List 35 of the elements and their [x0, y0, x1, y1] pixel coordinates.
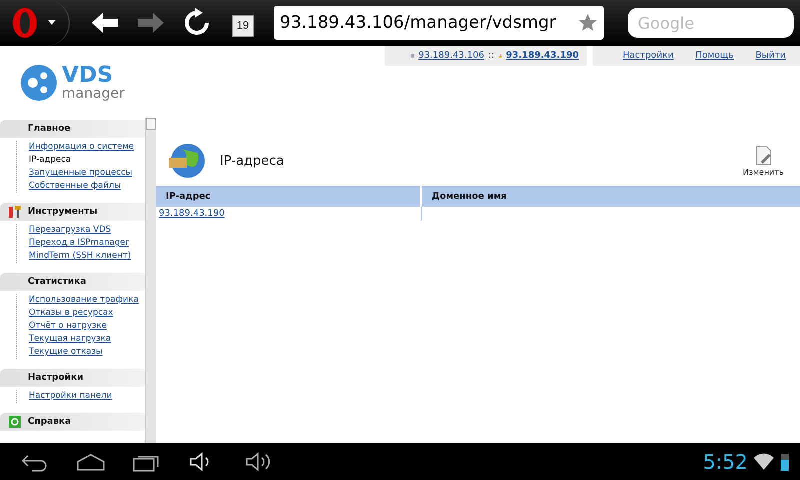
logo-icon [20, 64, 58, 102]
sidebar-section-header[interactable]: Статистика [0, 273, 145, 291]
clock-text: 5:52 [703, 450, 748, 474]
sidebar-section-header[interactable]: Главное [0, 120, 145, 138]
separator-text: :: [488, 51, 495, 61]
wifi-icon [754, 452, 774, 470]
tools-icon [8, 205, 22, 219]
home-icon[interactable] [76, 452, 106, 472]
user-link[interactable]: 93.189.43.190 [506, 51, 579, 61]
sidebar-section-header[interactable]: Справка [0, 413, 145, 431]
back-arrow-icon [90, 11, 120, 35]
ip-link[interactable]: 93.189.43.190 [159, 209, 225, 219]
sidebar-section-header[interactable]: Настройки [0, 369, 145, 387]
help-icon [8, 415, 22, 429]
edit-button[interactable]: Изменить [743, 146, 784, 176]
address-field[interactable]: 93.189.43.106/manager/vdsmgr [274, 6, 604, 40]
search-field[interactable]: Google [628, 8, 794, 38]
logo-title: VDS [62, 65, 114, 87]
column-header[interactable]: Доменное имя [422, 186, 800, 207]
edit-document-icon [756, 146, 772, 166]
header-link[interactable]: Помощь [696, 51, 734, 61]
server-icon [411, 51, 415, 61]
globe-icon [166, 141, 206, 181]
header-link[interactable]: Выйти [756, 51, 786, 61]
page-title: IP-адреса [220, 154, 284, 168]
logo-subtitle: manager [62, 87, 125, 101]
header-link[interactable]: Настройки [623, 51, 674, 61]
scrollbar[interactable] [145, 118, 156, 443]
reload-icon [182, 8, 212, 38]
forward-arrow-icon [136, 11, 166, 35]
column-header[interactable]: IP-адрес [156, 186, 422, 207]
sidebar-section-header[interactable]: Инструменты [0, 203, 145, 221]
star-icon [578, 13, 598, 33]
battery-icon [780, 452, 790, 472]
server-link[interactable]: 93.189.43.106 [418, 51, 484, 61]
